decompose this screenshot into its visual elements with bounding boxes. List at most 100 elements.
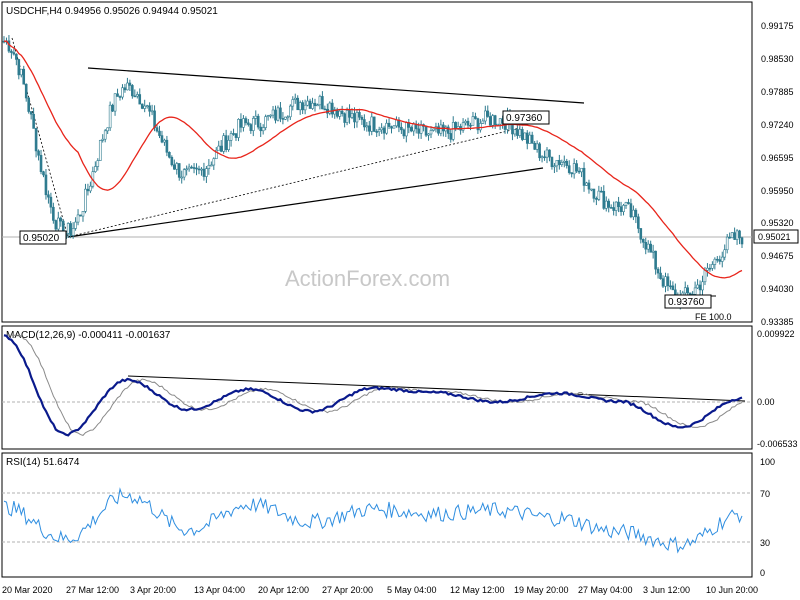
candle-body [629, 203, 633, 218]
candle-body [740, 237, 744, 245]
candle-body [664, 276, 667, 287]
candle-body [683, 287, 687, 294]
candle-body [173, 164, 176, 170]
candle-body [232, 133, 235, 135]
candle-body [708, 267, 712, 270]
candle-body [523, 132, 527, 140]
x-tick: 27 Mar 12:00 [66, 585, 119, 595]
candle-body [291, 99, 295, 107]
candle-body [659, 272, 662, 279]
candle-body [244, 118, 248, 124]
candle-body [17, 59, 21, 76]
candle-body [170, 156, 174, 166]
candle-body [355, 112, 359, 123]
candle-body [718, 259, 722, 262]
candle-body [306, 100, 309, 106]
candle-body [728, 236, 731, 239]
candle-body [543, 156, 546, 159]
candle-body [76, 214, 80, 223]
candle-body [535, 143, 539, 150]
trendlines [11, 37, 585, 238]
candle-body [641, 238, 645, 243]
candle-body [308, 100, 312, 109]
candle-body [597, 190, 601, 200]
candle-body [175, 163, 179, 170]
macd-tick: 0.009922 [757, 329, 795, 339]
candle-body [323, 108, 327, 111]
low-right-label: 0.93760 [668, 297, 705, 308]
candle-body [486, 110, 490, 117]
candle-body [330, 102, 334, 115]
candle-body [284, 116, 287, 120]
candle-body [94, 166, 97, 172]
candle-body [237, 119, 240, 138]
candle-body [550, 156, 554, 168]
candle-body [720, 256, 724, 262]
candle-body [600, 190, 603, 193]
candle-body [15, 53, 18, 60]
candle-body [242, 118, 245, 128]
candle-body [138, 94, 142, 105]
candle-body [548, 149, 551, 158]
candle-body [716, 258, 719, 261]
macd-header: MACD(12,26,9) -0.000411 -0.001637 [6, 330, 171, 341]
candle-body [34, 128, 38, 152]
candle-body [723, 249, 727, 258]
candle-body [713, 258, 717, 265]
candle-body [427, 133, 430, 136]
candle-body [474, 116, 477, 119]
candle-body [66, 223, 70, 234]
candle-body [513, 129, 517, 135]
candle-body [195, 167, 198, 170]
candle-body [634, 209, 638, 218]
candle-body [412, 123, 416, 132]
fe-label: FE 100.0 [695, 312, 732, 322]
price-y-axis: 0.99175 0.98530 0.97885 0.97240 0.96595 … [761, 21, 794, 327]
candle-body [693, 287, 697, 295]
candle-body [375, 131, 379, 133]
rsi-line [3, 487, 743, 554]
candle-body [111, 104, 114, 112]
candle-body [390, 126, 393, 129]
candle-body [432, 128, 435, 131]
candle-body [706, 267, 709, 271]
dotted-trendline [67, 127, 521, 238]
candle-body [580, 167, 583, 173]
watermark: ActionForex.com [285, 266, 450, 291]
candle-body [654, 250, 657, 270]
candle-body [637, 216, 640, 229]
candle-body [180, 176, 184, 179]
candle-body [57, 217, 60, 230]
candle-body [27, 97, 30, 112]
candle-body [217, 145, 221, 151]
candle-body [222, 135, 225, 152]
candle-body [609, 207, 613, 209]
candle-body [165, 139, 169, 153]
x-tick: 10 Jun 20:00 [706, 585, 758, 595]
candle-body [518, 129, 522, 136]
candle-body [185, 168, 188, 171]
candle-body [446, 126, 450, 134]
candle-body [466, 120, 470, 126]
candle-body [725, 236, 729, 251]
candle-body [382, 127, 386, 134]
candle-body [528, 134, 532, 144]
candle-body [385, 122, 388, 134]
candle-body [471, 116, 475, 126]
candle-body [210, 164, 213, 167]
candle-body [338, 110, 341, 117]
candle-body [521, 129, 524, 140]
candle-body [711, 264, 714, 269]
candle-body [469, 125, 472, 127]
candle-body [585, 182, 588, 186]
candle-body [409, 127, 413, 132]
macd-tick: 0.00 [757, 397, 775, 407]
candle-body [644, 241, 648, 250]
candle-body [32, 113, 35, 129]
candle-body [632, 209, 635, 218]
candle-body [145, 105, 149, 108]
candle-body [624, 202, 628, 206]
candle-body [558, 159, 561, 165]
candle-body [587, 182, 591, 190]
candle-body [614, 201, 618, 211]
